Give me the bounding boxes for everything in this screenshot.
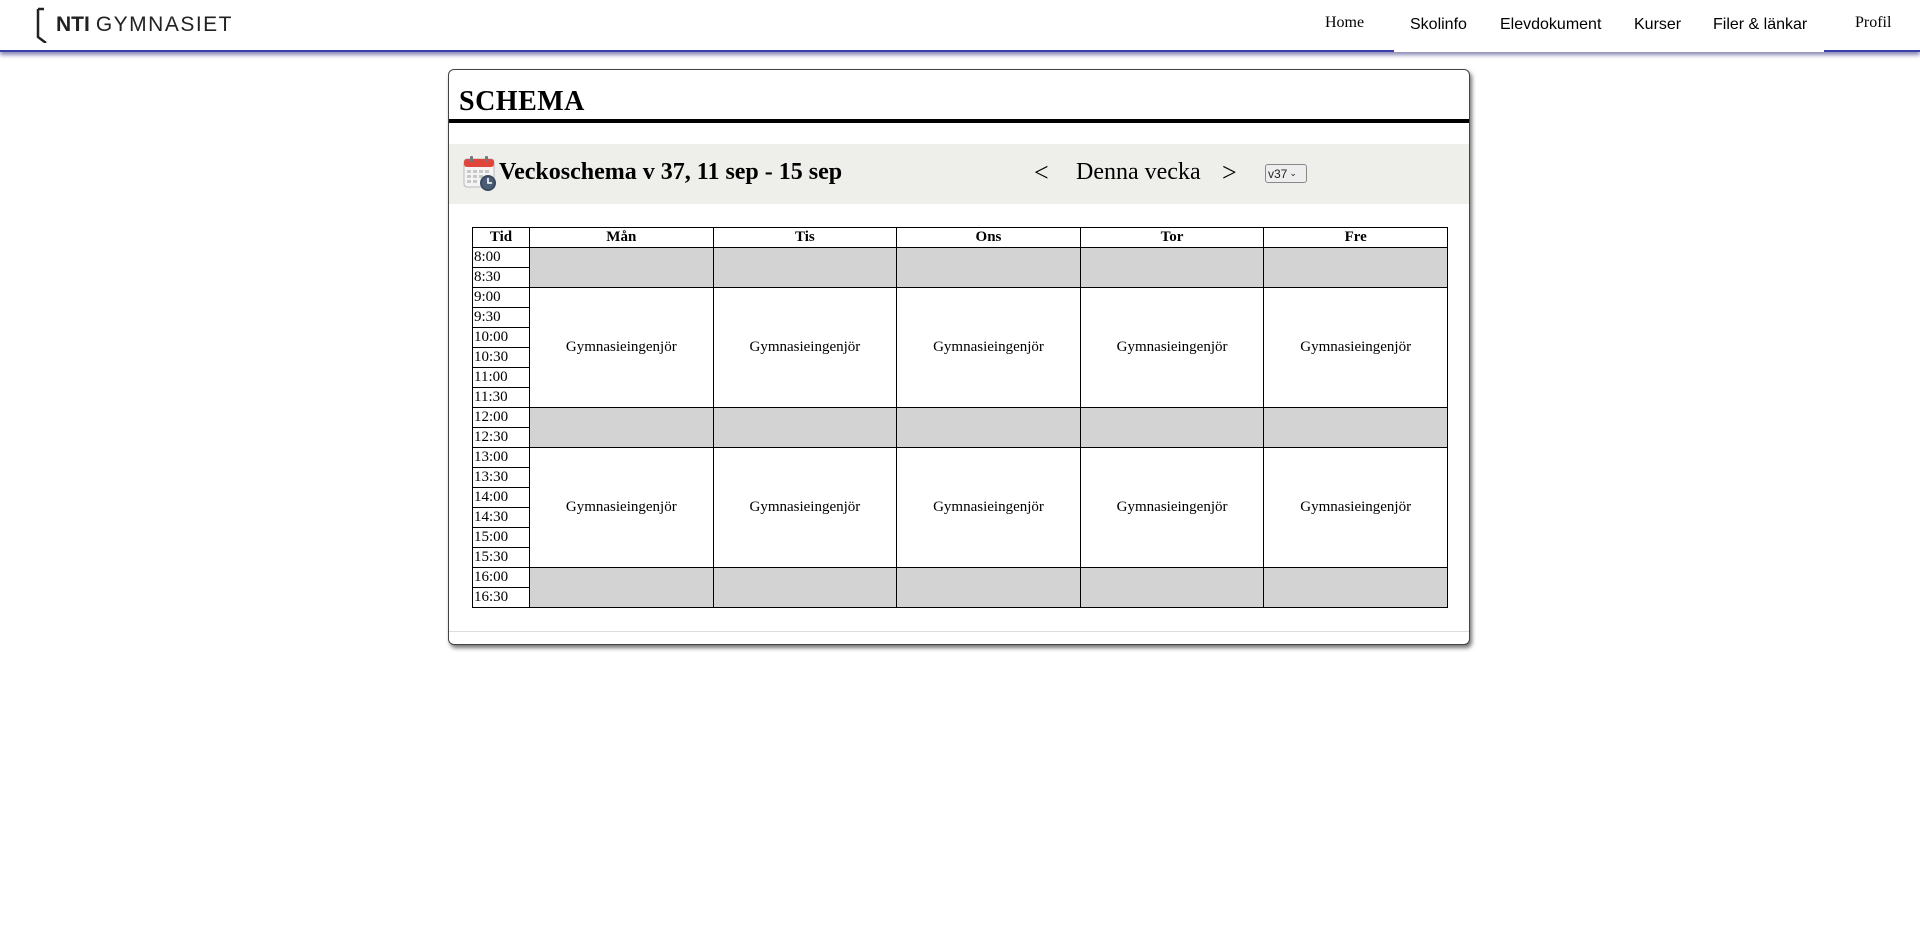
top-navigation-bar: NTI GYMNASIET Home Skolinfo Elevdokument… xyxy=(0,0,1920,52)
calendar-clock-icon xyxy=(463,156,496,191)
nav-elevdokument-link[interactable]: Elevdokument xyxy=(1500,16,1601,34)
nav-kurser-link[interactable]: Kurser xyxy=(1634,16,1681,34)
main-nav-menu: Skolinfo Elevdokument Kurser Filer & län… xyxy=(1394,0,1824,52)
next-week-button[interactable]: > xyxy=(1222,158,1237,188)
time-cell: 11:00 xyxy=(472,367,530,388)
time-cell: 12:00 xyxy=(472,407,530,428)
time-cell: 13:30 xyxy=(472,467,530,488)
column-header-day: Fre xyxy=(1263,227,1448,248)
logo-nti-text: NTI xyxy=(56,13,90,36)
time-row: 9:00 Gymnasieingenjör Gymnasieingenjör Gymn… xyxy=(472,287,1448,408)
time-row: 8:00 xyxy=(472,247,1448,288)
lesson-cell[interactable]: Gymnasieingenjör xyxy=(1079,287,1265,408)
column-header-day: Ons xyxy=(896,227,1081,248)
nav-skolinfo-link[interactable]: Skolinfo xyxy=(1410,16,1467,34)
lesson-cell[interactable]: Gymnasieingenjör xyxy=(1079,447,1265,568)
free-slot-cell xyxy=(896,407,1081,448)
time-row: 16:00 xyxy=(472,567,1448,608)
time-cell: 8:30 xyxy=(472,267,530,288)
free-slot-cell xyxy=(1079,567,1265,608)
free-slot-cell xyxy=(1263,407,1448,448)
free-slot-cell xyxy=(529,407,714,448)
week-navigation-bar: Veckoschema v 37, 11 sep - 15 sep < Denn… xyxy=(449,144,1469,204)
time-cell: 16:00 xyxy=(472,567,530,588)
page-title: SCHEMA xyxy=(459,86,585,117)
schedule-body: 8:00 8:30 9:00 Gymnasieingenjör Gymnasieinge… xyxy=(472,247,1448,608)
previous-week-button[interactable]: < xyxy=(1034,158,1049,188)
free-slot-cell xyxy=(1079,247,1265,288)
column-header-time: Tid xyxy=(472,227,530,248)
time-cell: 10:30 xyxy=(472,347,530,368)
lesson-cell[interactable]: Gymnasieingenjör xyxy=(712,447,898,568)
lesson-cell[interactable]: Gymnasieingenjör xyxy=(896,287,1081,408)
column-header-day: Tor xyxy=(1079,227,1265,248)
nti-gymnasiet-logo[interactable]: NTI GYMNASIET xyxy=(36,6,233,44)
nti-logo-mark-icon xyxy=(36,7,47,43)
free-slot-cell xyxy=(529,247,714,288)
free-slot-cell xyxy=(529,567,714,608)
weekly-schedule-table: Tid Mån Tis Ons Tor Fre 8:00 8:30 9:00 Gymn… xyxy=(472,227,1448,608)
lesson-cell[interactable]: Gymnasieingenjör xyxy=(529,287,714,408)
free-slot-cell xyxy=(1079,407,1265,448)
time-cell: 9:30 xyxy=(472,307,530,328)
time-row: 13:00 Gymnasieingenjör Gymnasieingenjör Gym… xyxy=(472,447,1448,568)
lesson-cell[interactable]: Gymnasieingenjör xyxy=(896,447,1081,568)
week-title: Veckoschema v 37, 11 sep - 15 sep xyxy=(499,159,843,185)
lesson-cell[interactable]: Gymnasieingenjör xyxy=(1263,287,1448,408)
nav-profile-link[interactable]: Profil xyxy=(1855,14,1891,32)
logo-gymnasiet-text: GYMNASIET xyxy=(95,13,234,36)
free-slot-cell xyxy=(1263,567,1448,608)
free-slot-cell xyxy=(896,247,1081,288)
time-cell: 12:30 xyxy=(472,427,530,448)
table-header-row: Tid Mån Tis Ons Tor Fre xyxy=(472,227,1448,248)
column-header-day: Mån xyxy=(529,227,714,248)
time-cell: 14:30 xyxy=(472,507,530,528)
time-cell: 8:00 xyxy=(472,247,530,268)
time-cell: 9:00 xyxy=(472,287,530,308)
current-week-button[interactable]: Denna vecka xyxy=(1076,159,1201,186)
nav-home-link[interactable]: Home xyxy=(1325,14,1364,32)
week-select-dropdown[interactable]: v37 ⌄ xyxy=(1265,164,1307,183)
free-slot-cell xyxy=(712,407,898,448)
time-row: 12:00 xyxy=(472,407,1448,448)
lesson-cell[interactable]: Gymnasieingenjör xyxy=(1263,447,1448,568)
time-cell: 13:00 xyxy=(472,447,530,468)
free-slot-cell xyxy=(712,247,898,288)
lesson-cell[interactable]: Gymnasieingenjör xyxy=(529,447,714,568)
schema-panel: SCHEMA Veckoschema v 37, 11 sep - 15 sep… xyxy=(448,69,1470,645)
time-cell: 15:00 xyxy=(472,527,530,548)
time-cell: 10:00 xyxy=(472,327,530,348)
free-slot-cell xyxy=(896,567,1081,608)
week-select-value: v37 xyxy=(1268,166,1288,181)
free-slot-cell xyxy=(712,567,898,608)
time-cell: 16:30 xyxy=(472,587,530,608)
time-cell: 14:00 xyxy=(472,487,530,508)
panel-footer-divider xyxy=(449,631,1469,632)
title-divider xyxy=(449,119,1469,123)
time-cell: 15:30 xyxy=(472,547,530,568)
free-slot-cell xyxy=(1263,247,1448,288)
column-header-day: Tis xyxy=(712,227,898,248)
lesson-cell[interactable]: Gymnasieingenjör xyxy=(712,287,898,408)
time-cell: 11:30 xyxy=(472,387,530,408)
nav-filer-lankar-link[interactable]: Filer & länkar xyxy=(1713,16,1807,34)
chevron-down-icon: ⌄ xyxy=(1289,168,1297,178)
